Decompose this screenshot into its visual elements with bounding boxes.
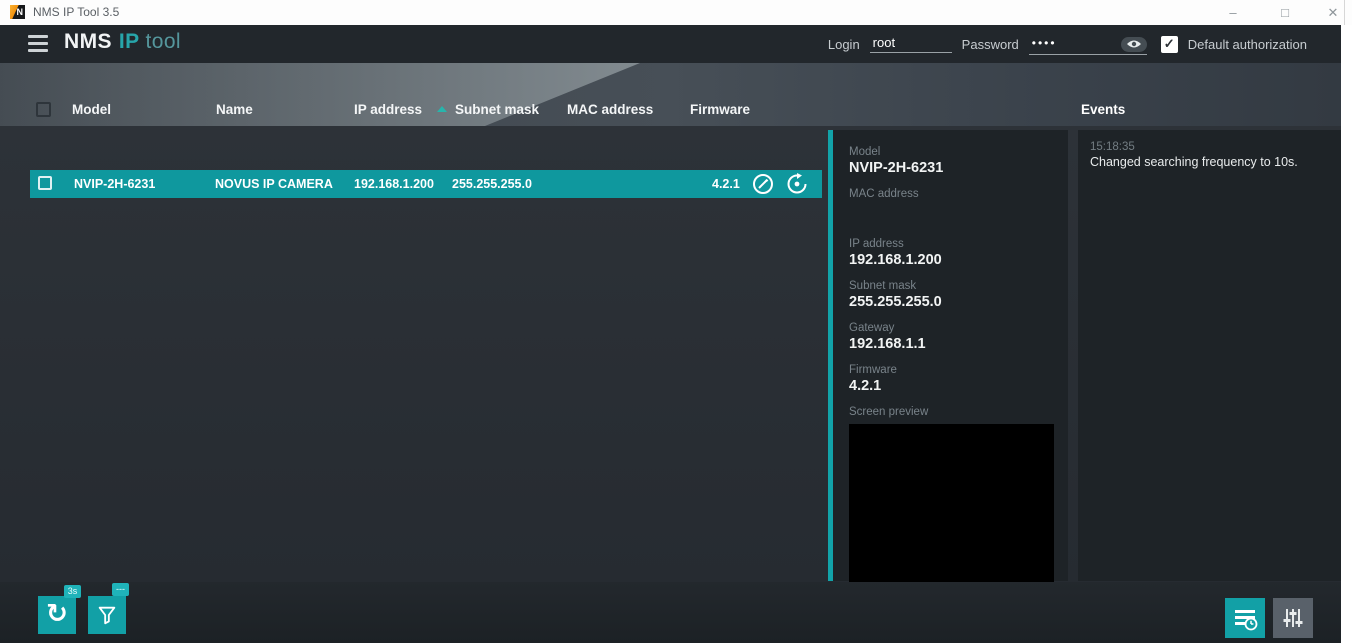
detail-value: NVIP-2H-6231 [849,160,944,176]
screen-preview-label: Screen preview [849,406,929,418]
window-title: NMS IP Tool 3.5 [33,5,120,19]
detail-label: Firmware [849,364,897,376]
logo-nms: NMS [64,30,112,53]
filter-status-badge: --- [112,583,129,596]
select-all-checkbox[interactable] [36,102,51,117]
column-header-firmware[interactable]: Firmware [690,102,750,117]
window-border [1344,0,1345,25]
filter-icon [98,606,116,625]
logo-ip: IP [118,30,140,53]
refresh-button[interactable]: ↻ [38,596,76,634]
password-label: Password [961,36,1019,52]
window-titlebar: N NMS IP Tool 3.5 – □ ✕ [0,0,1352,25]
detail-label: Subnet mask [849,280,917,292]
cell-subnet: 255.255.255.0 [452,177,532,191]
password-input[interactable]: •••• [1028,34,1147,55]
detail-value: 255.255.255.0 [849,294,942,310]
settings-sliders-icon [1283,609,1303,627]
restore-icon [787,173,807,194]
app-logo: NMS IP tool [64,30,181,54]
cell-firmware: 4.2.1 [712,177,740,191]
default-authorization-label: Default authorization [1187,36,1307,52]
detail-label: IP address [849,238,904,250]
client-area: NMS IP tool Login root Password •••• ✓ Def [0,25,1341,643]
event-log-button[interactable] [1225,598,1265,638]
app-icon: N [10,5,25,19]
event-item: 15:18:35 Changed searching frequency to … [1090,141,1329,171]
edit-icon [753,174,773,194]
maximize-button[interactable]: □ [1270,2,1300,23]
column-header-name[interactable]: Name [216,102,253,117]
column-header-mac[interactable]: MAC address [567,102,653,117]
refresh-icon: ↻ [46,599,68,629]
menu-hamburger-icon[interactable] [28,35,48,52]
sort-ascending-icon [437,106,447,112]
cell-model: NVIP-2H-6231 [74,177,156,191]
detail-value [849,202,1054,228]
device-details-panel: Model NVIP-2H-6231 MAC address IP addres… [828,130,1068,590]
bottom-toolbar: ↻ 3s --- [0,582,1341,643]
detail-label: MAC address [849,188,919,200]
filter-button[interactable] [88,596,126,634]
app-header-bar: NMS IP tool Login root Password •••• ✓ Def [0,25,1341,63]
event-message: Changed searching frequency to 10s. [1090,155,1298,169]
table-header: Model Name IP address Subnet mask MAC ad… [0,63,1341,126]
cell-ip: 192.168.1.200 [354,177,434,191]
cell-name: NOVUS IP CAMERA [215,177,333,191]
table-row[interactable]: NVIP-2H-6231 NOVUS IP CAMERA 192.168.1.2… [30,170,822,198]
restore-defaults-button[interactable] [786,173,808,195]
eye-icon [1126,40,1141,48]
screen-preview [849,424,1054,590]
app-window: N NMS IP Tool 3.5 – □ ✕ NMS IP tool Login … [0,0,1352,643]
logo-tool: tool [145,30,181,53]
events-panel: 15:18:35 Changed searching frequency to … [1078,130,1341,581]
login-input[interactable]: root [869,35,952,53]
refresh-countdown-badge: 3s [64,585,81,598]
events-panel-title: Events [1081,102,1126,117]
event-timestamp: 15:18:35 [1090,141,1135,153]
detail-value: 4.2.1 [849,378,882,394]
detail-label: Model [849,146,881,158]
minimize-button[interactable]: – [1218,2,1248,23]
column-header-ip[interactable]: IP address [354,102,422,117]
column-header-model[interactable]: Model [72,102,111,117]
password-value: •••• [1031,35,1057,50]
event-log-icon [1235,610,1258,631]
default-authorization-checkbox[interactable]: ✓ [1160,35,1178,53]
auth-section: Login root Password •••• ✓ Default autho… [828,25,1307,63]
login-label: Login [827,36,860,52]
column-header-subnet[interactable]: Subnet mask [455,102,539,117]
detail-value: 192.168.1.1 [849,336,926,352]
main-content: NVIP-2H-6231 NOVUS IP CAMERA 192.168.1.2… [0,126,1341,590]
detail-value: 192.168.1.200 [849,252,942,268]
show-password-button[interactable] [1120,36,1147,52]
row-checkbox[interactable] [38,176,52,190]
settings-button[interactable] [1273,598,1313,638]
detail-label: Gateway [849,322,895,334]
edit-ip-button[interactable] [752,173,774,195]
